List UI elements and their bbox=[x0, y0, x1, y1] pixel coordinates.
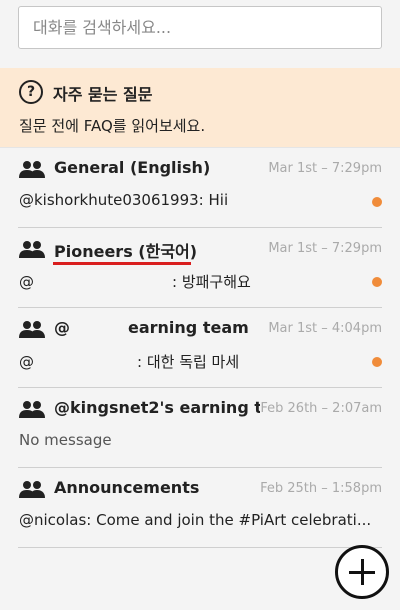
conversation-last-message: @kishorkhute03061993: Hii bbox=[19, 191, 229, 209]
conversation-last-message: @ : 대한 독립 마세 bbox=[19, 351, 239, 372]
conversation-title: @kingsnet2's earning te... bbox=[54, 398, 260, 417]
conversation-title: Announcements bbox=[54, 478, 200, 497]
conversation-time: Mar 1st – 7:29pm bbox=[268, 161, 382, 176]
conversation-item[interactable]: @ earning team Mar 1st – 4:04pm @ : 대한 독립 … bbox=[0, 307, 400, 387]
faq-banner[interactable] bbox=[0, 68, 400, 148]
title-text: earning team bbox=[128, 318, 249, 337]
search-input[interactable] bbox=[18, 6, 382, 49]
message-text: : 대한 독립 마세 bbox=[137, 353, 240, 371]
new-conversation-button[interactable] bbox=[335, 545, 389, 599]
conversation-time: Mar 1st – 4:04pm bbox=[268, 321, 382, 336]
conversation-time: Feb 26th – 2:07am bbox=[260, 401, 382, 416]
question-circle-icon: ? bbox=[19, 80, 43, 104]
title-prefix: @ bbox=[54, 318, 70, 337]
conversation-item[interactable]: General (English) Mar 1st – 7:29pm @kish… bbox=[0, 147, 400, 227]
people-icon bbox=[19, 241, 45, 258]
people-icon bbox=[19, 161, 45, 178]
people-icon bbox=[19, 481, 45, 498]
conversation-title: Pioneers (한국어) bbox=[54, 242, 198, 261]
message-sender: @ bbox=[19, 273, 34, 291]
faq-title: 자주 묻는 질문 bbox=[53, 85, 153, 104]
conversation-time: Feb 25th – 1:58pm bbox=[260, 481, 382, 496]
search-bar bbox=[0, 0, 400, 68]
conversation-last-message: No message bbox=[19, 431, 112, 449]
unread-dot bbox=[372, 277, 382, 287]
red-underline-annotation bbox=[53, 262, 191, 265]
faq-subtitle: 질문 전에 FAQ를 읽어보세요. bbox=[19, 117, 206, 135]
conversation-item[interactable]: Pioneers (한국어) Mar 1st – 7:29pm @ : 방패구해요 bbox=[0, 227, 400, 307]
unread-dot bbox=[372, 357, 382, 367]
conversation-item[interactable]: @kingsnet2's earning te... Feb 26th – 2:… bbox=[0, 387, 400, 467]
message-sender: @ bbox=[19, 353, 34, 371]
divider bbox=[18, 547, 382, 548]
unread-dot bbox=[372, 197, 382, 207]
conversation-title: General (English) bbox=[54, 158, 211, 177]
conversation-time: Mar 1st – 7:29pm bbox=[268, 241, 382, 256]
message-text: : 방패구해요 bbox=[172, 273, 251, 291]
people-icon bbox=[19, 401, 45, 418]
people-icon bbox=[19, 321, 45, 338]
conversation-item[interactable]: Announcements Feb 25th – 1:58pm @nicolas… bbox=[0, 467, 400, 547]
conversation-title: @ earning team bbox=[54, 318, 249, 337]
conversation-last-message: @nicolas: Come and join the #PiArt celeb… bbox=[19, 511, 372, 529]
conversation-last-message: @ : 방패구해요 bbox=[19, 271, 251, 292]
